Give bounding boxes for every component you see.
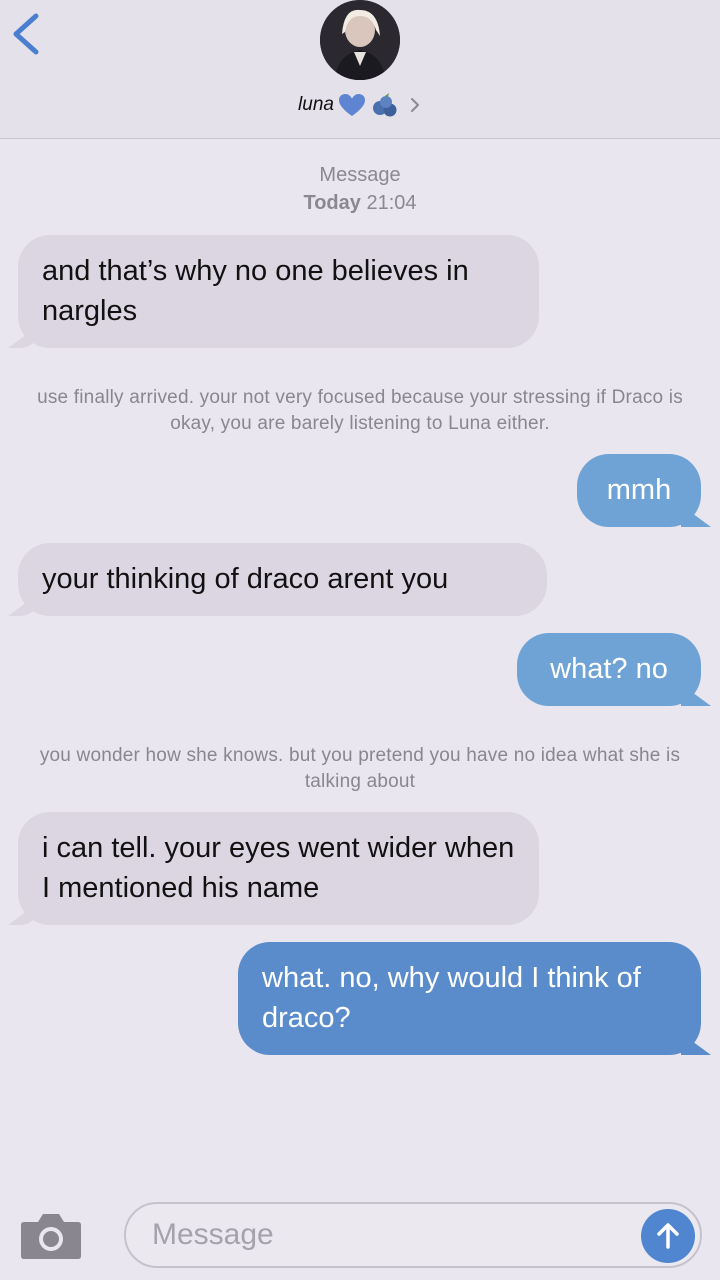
timestamp-day: Today [303, 192, 361, 214]
contact-avatar[interactable] [320, 0, 400, 80]
outgoing-message[interactable]: what. no, why would I think of draco? [238, 942, 701, 1055]
back-button[interactable] [10, 12, 46, 56]
camera-button[interactable] [20, 1210, 82, 1260]
camera-icon [21, 1214, 81, 1259]
chevron-right-icon [410, 98, 419, 112]
outgoing-message[interactable]: what? no [517, 633, 701, 706]
chevron-left-icon [13, 13, 39, 55]
thread-label: Message [319, 164, 401, 186]
message-input[interactable] [124, 1202, 702, 1268]
outgoing-message[interactable]: mmh [577, 454, 701, 527]
send-button[interactable] [641, 1209, 695, 1263]
blueberries-icon [372, 93, 397, 117]
blue-heart-icon [338, 94, 365, 116]
incoming-message[interactable]: your thinking of draco arent you [18, 543, 547, 616]
timestamp-time: 21:04 [366, 192, 417, 214]
avatar-image [320, 0, 400, 80]
arrow-up-icon [657, 1223, 679, 1249]
conversation-header: luna [0, 0, 720, 139]
narration-text: use finally arrived. your not very focus… [37, 387, 683, 434]
narration-text: you wonder how she knows. but you preten… [39, 745, 681, 792]
incoming-message[interactable]: and that’s why no one believes in nargle… [18, 235, 539, 348]
incoming-message[interactable]: i can tell. your eyes went wider when I … [18, 812, 539, 925]
contact-name: luna [298, 94, 334, 115]
timestamp: Today 21:04 [0, 189, 720, 217]
contact-name-row[interactable]: luna [0, 88, 720, 122]
